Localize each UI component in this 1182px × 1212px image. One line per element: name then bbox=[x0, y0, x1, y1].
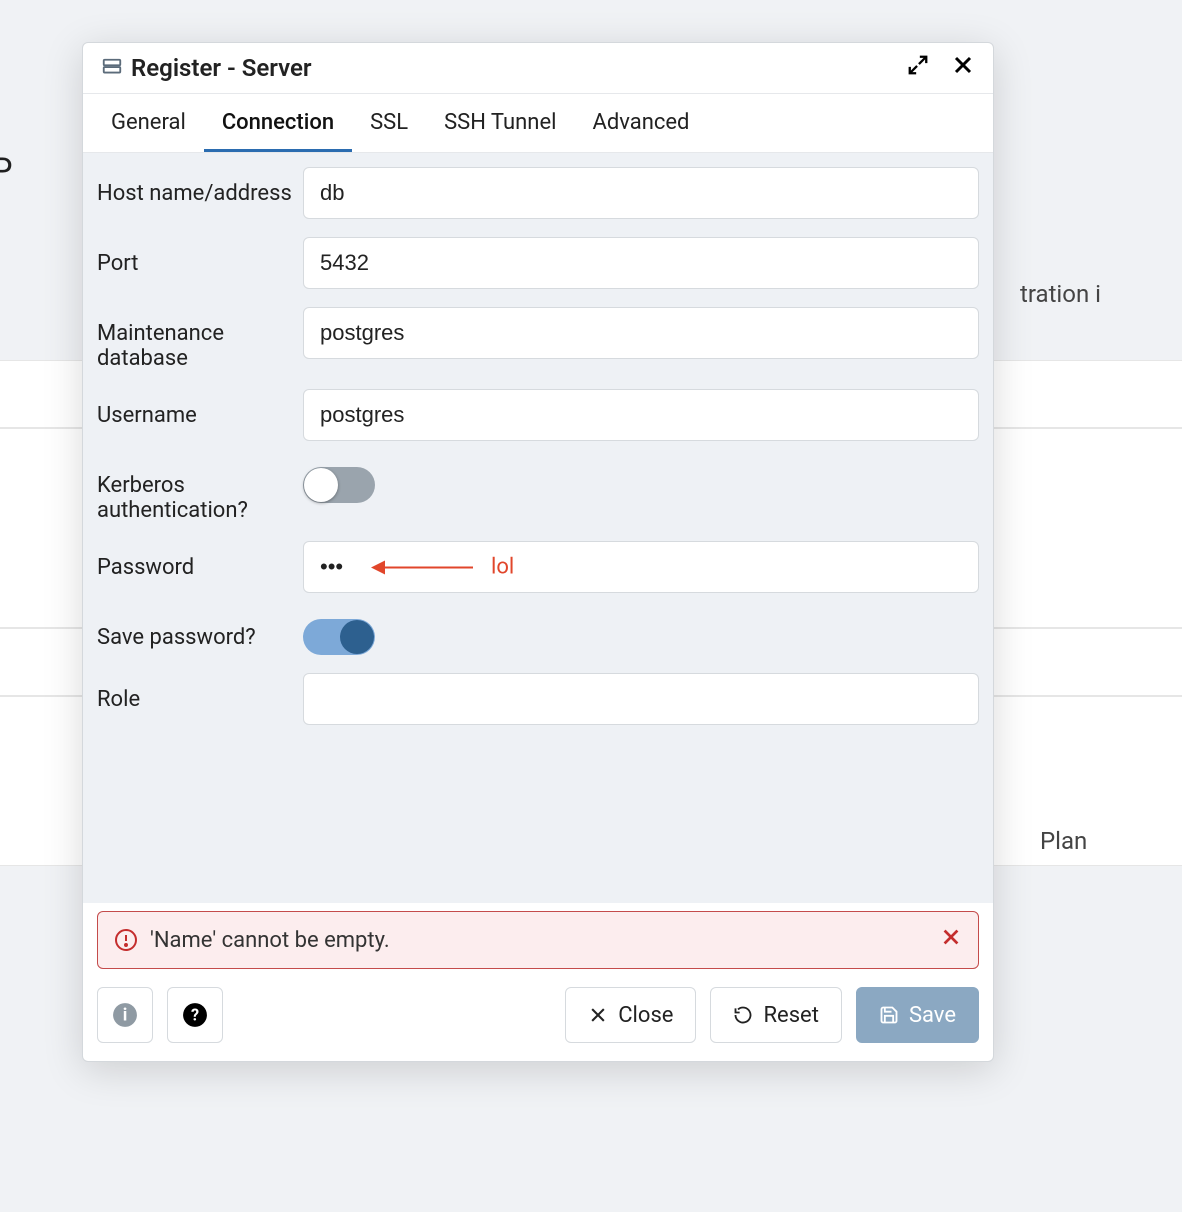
maintenance-db-label: Maintenance database bbox=[97, 307, 303, 371]
password-label: Password bbox=[97, 541, 303, 580]
error-close-icon[interactable] bbox=[940, 926, 962, 954]
close-icon[interactable] bbox=[951, 53, 975, 83]
save-password-toggle[interactable] bbox=[303, 619, 375, 655]
close-icon bbox=[588, 1005, 608, 1025]
save-icon bbox=[879, 1005, 899, 1025]
maintenance-db-input[interactable] bbox=[303, 307, 979, 359]
reset-button[interactable]: Reset bbox=[710, 987, 841, 1043]
help-button[interactable]: ? bbox=[167, 987, 223, 1043]
save-button-label: Save bbox=[909, 1003, 956, 1028]
dialog-tabs: General Connection SSL SSH Tunnel Advanc… bbox=[83, 94, 993, 153]
close-button-label: Close bbox=[618, 1003, 673, 1028]
save-password-label: Save password? bbox=[97, 611, 303, 650]
svg-text:i: i bbox=[123, 1005, 128, 1025]
dialog-footer: i ? Close Reset Save bbox=[83, 969, 993, 1061]
username-label: Username bbox=[97, 389, 303, 428]
reset-icon bbox=[733, 1005, 753, 1025]
password-input[interactable] bbox=[303, 541, 979, 593]
error-text: 'Name' cannot be empty. bbox=[150, 928, 390, 953]
dialog-title: Register - Server bbox=[131, 54, 907, 82]
close-button[interactable]: Close bbox=[565, 987, 696, 1043]
tab-connection[interactable]: Connection bbox=[204, 94, 352, 152]
host-label: Host name/address bbox=[97, 167, 303, 206]
tab-ssl[interactable]: SSL bbox=[352, 94, 426, 152]
server-icon bbox=[101, 57, 123, 79]
background-text: for P bbox=[0, 148, 13, 196]
username-input[interactable] bbox=[303, 389, 979, 441]
info-button[interactable]: i bbox=[97, 987, 153, 1043]
role-label: Role bbox=[97, 673, 303, 712]
kerberos-label: Kerberos authentication? bbox=[97, 459, 303, 523]
reset-button-label: Reset bbox=[763, 1003, 818, 1028]
svg-text:?: ? bbox=[191, 1005, 199, 1024]
background-text: tration i bbox=[1020, 278, 1101, 312]
save-button[interactable]: Save bbox=[856, 987, 979, 1043]
background-text: Plan bbox=[1040, 825, 1087, 859]
tab-ssh-tunnel[interactable]: SSH Tunnel bbox=[426, 94, 574, 152]
kerberos-toggle[interactable] bbox=[303, 467, 375, 503]
tab-advanced[interactable]: Advanced bbox=[574, 94, 707, 152]
port-label: Port bbox=[97, 237, 303, 276]
port-input[interactable] bbox=[303, 237, 979, 289]
role-input[interactable] bbox=[303, 673, 979, 725]
host-input[interactable] bbox=[303, 167, 979, 219]
dialog-body: Host name/address Port Maintenance datab… bbox=[83, 153, 993, 903]
tab-general[interactable]: General bbox=[93, 94, 204, 152]
error-banner: 'Name' cannot be empty. bbox=[97, 911, 979, 969]
dialog-header: Register - Server bbox=[83, 43, 993, 94]
maximize-icon[interactable] bbox=[907, 54, 929, 82]
register-server-dialog: Register - Server General Connection SSL… bbox=[82, 42, 994, 1062]
error-icon bbox=[114, 928, 138, 952]
